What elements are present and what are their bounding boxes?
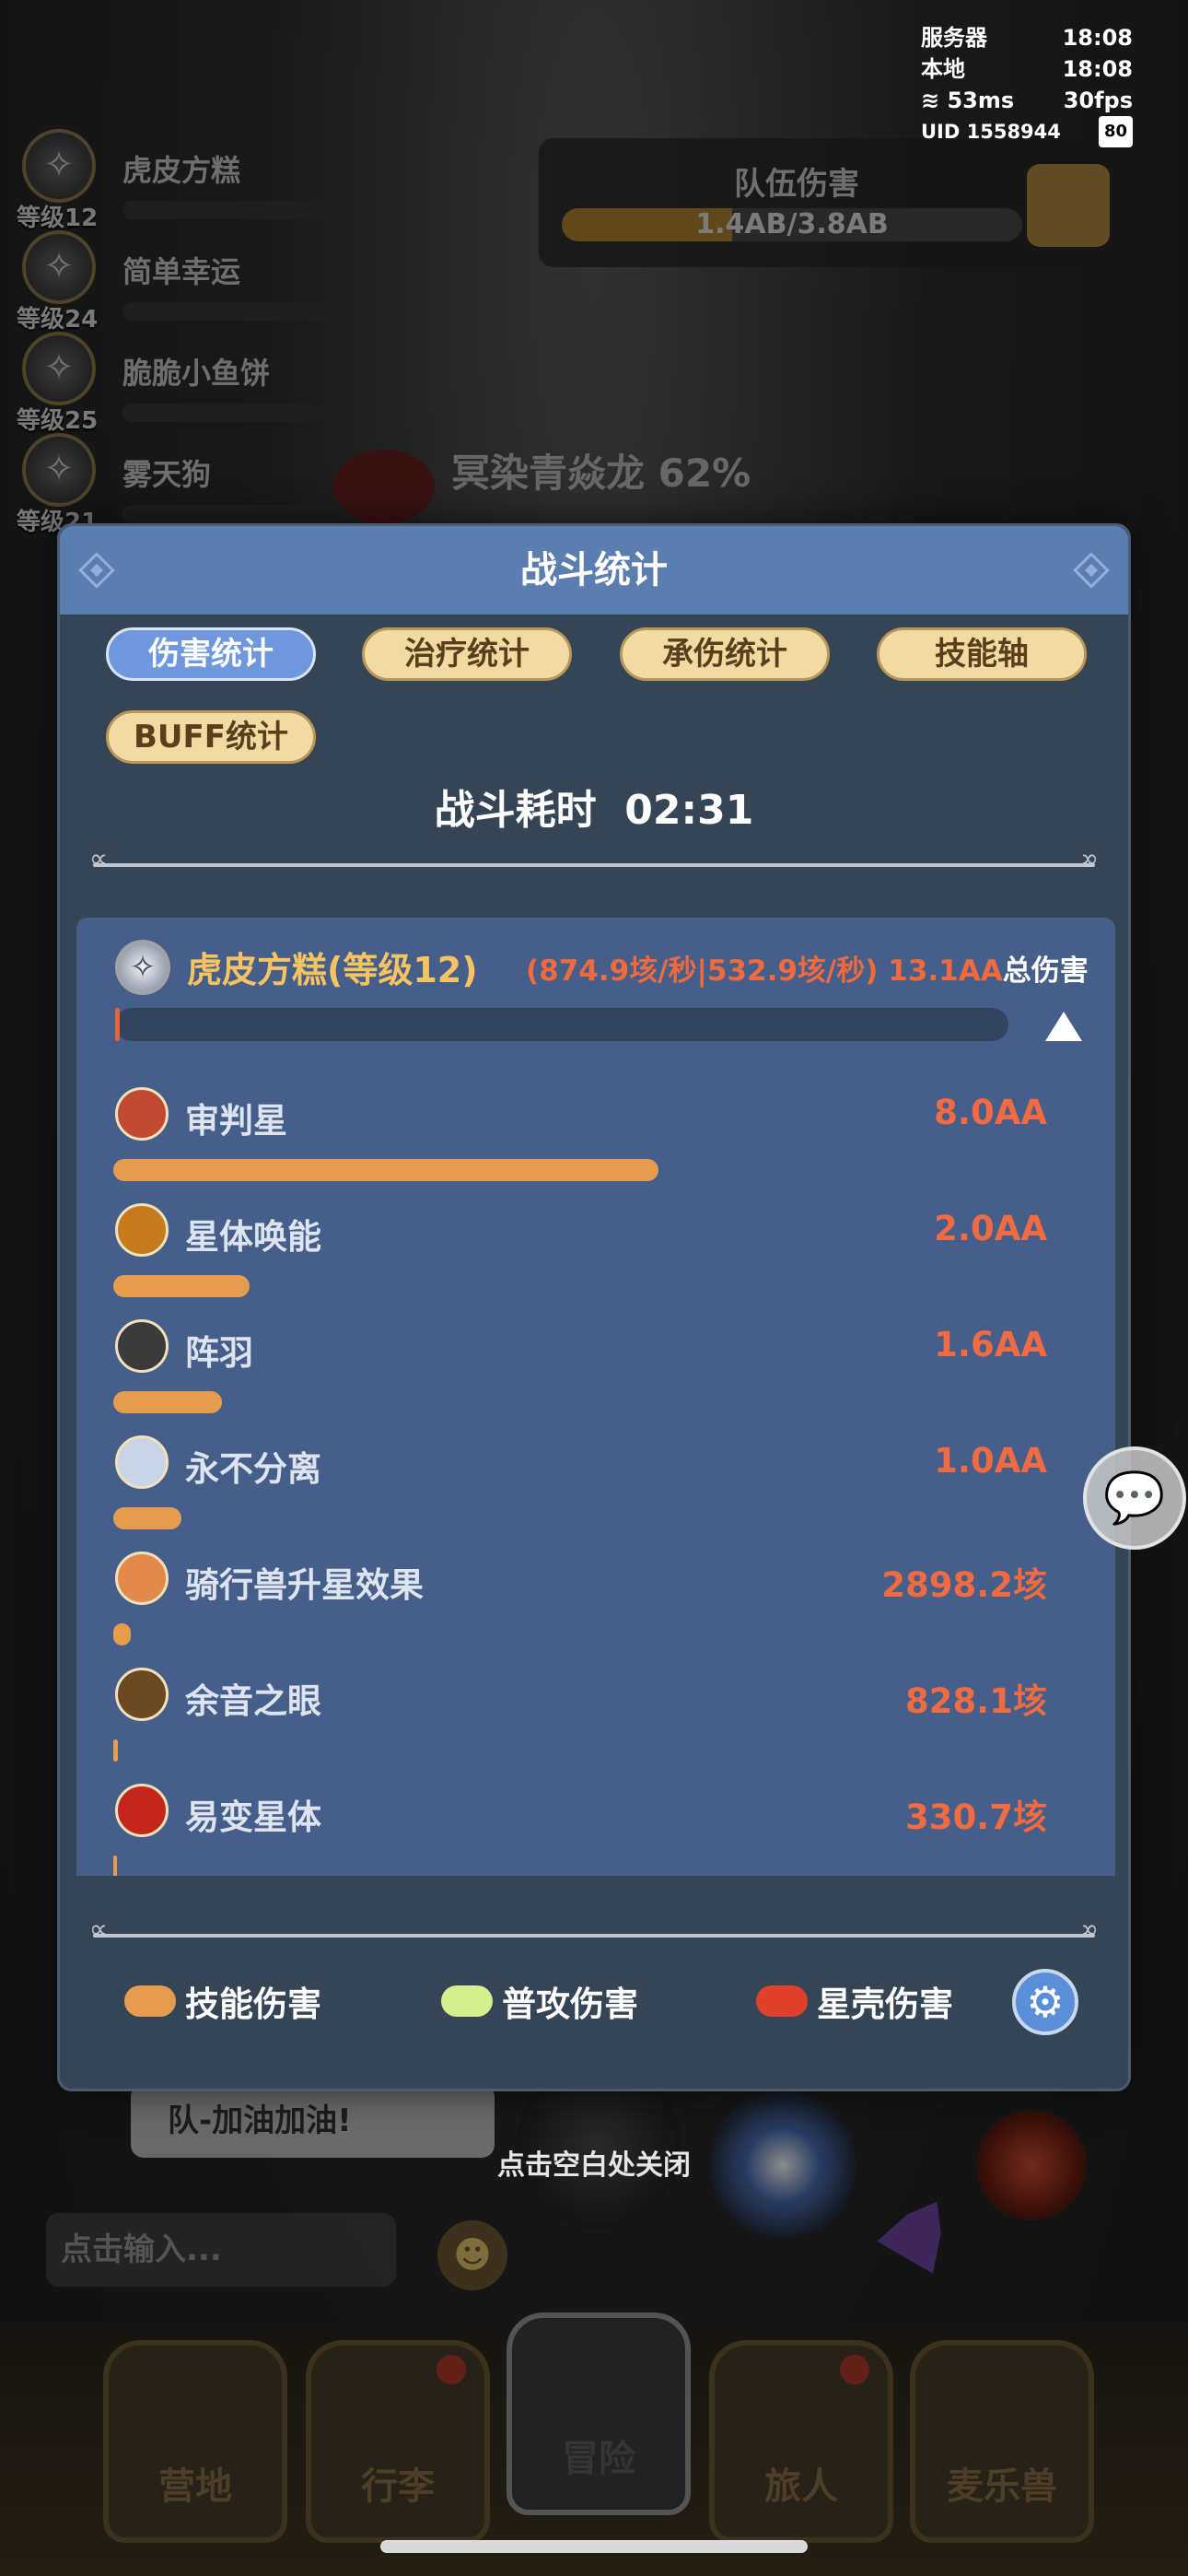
local-label: 本地 (921, 56, 965, 82)
skill-row[interactable]: 星体唤能 2.0AA (76, 1200, 1115, 1316)
skill-row[interactable]: 永不分离 1.0AA (76, 1432, 1115, 1548)
skill-damage-value: 1.6AA (934, 1325, 1047, 1364)
skill-damage-value: 828.1垓 (904, 1681, 1047, 1721)
status-hud: 服务器 18:08 本地 18:08 ≋ 53ms 30fps UID 1558944… (921, 22, 1133, 147)
fps: 30fps (1063, 88, 1133, 113)
legend-swatch (756, 1985, 808, 2017)
modal-header: 战斗统计 (60, 526, 1128, 615)
ornament-divider (89, 1914, 1095, 1944)
battle-duration: 战斗耗时 02:31 (60, 777, 1128, 836)
settings-gear-icon[interactable]: ⚙ (1012, 1969, 1078, 2035)
star-burst-icon (115, 1203, 169, 1257)
battle-stats-modal: 战斗统计 伤害统计 治疗统计 承伤统计 技能轴 BUFF统计 战斗耗时 02:3… (57, 523, 1131, 2091)
total-damage: 13.1AA (888, 954, 1003, 988)
judgment-star-icon (115, 1087, 169, 1141)
legend-skill-damage: 技能伤害 (124, 1976, 321, 2026)
skill-damage-value: 330.7垓 (904, 1797, 1047, 1837)
uid: UID 1558944 (921, 121, 1061, 143)
skill-name: 余音之眼 (185, 1681, 321, 1721)
damage-rates: (874.9垓/秒|532.9垓/秒) (526, 954, 879, 988)
skill-row[interactable]: 易变星体 330.7垓 (76, 1780, 1115, 1876)
legend-swatch (441, 1985, 493, 2017)
ping: ≋ 53ms (921, 88, 1015, 113)
skill-name: 星体唤能 (185, 1217, 321, 1257)
eye-icon (115, 1668, 169, 1721)
snowflake-icon (115, 1435, 169, 1489)
home-indicator[interactable] (380, 2540, 808, 2553)
skill-row[interactable]: 骑行兽升星效果 2898.2垓 (76, 1548, 1115, 1664)
battery-icon: 80 (1098, 116, 1133, 147)
skill-damage-bar (113, 1391, 222, 1413)
skill-damage-value: 1.0AA (934, 1441, 1047, 1481)
tab-healing-stats[interactable]: 治疗统计 (362, 627, 572, 681)
wifi-icon: ≋ (921, 88, 940, 113)
modal-title: 战斗统计 (520, 549, 668, 591)
collapse-triangle-icon[interactable] (1045, 1012, 1082, 1041)
tab-damage-taken-stats[interactable]: 承伤统计 (620, 627, 830, 681)
server-label: 服务器 (921, 25, 987, 51)
tab-skill-timeline[interactable]: 技能轴 (877, 627, 1087, 681)
legend-star-shell-damage: 星壳伤害 (756, 1976, 953, 2026)
local-time: 18:08 (1062, 56, 1133, 82)
skill-damage-bar (113, 1159, 658, 1181)
skill-name: 永不分离 (185, 1449, 321, 1489)
legend-swatch (124, 1985, 176, 2017)
skill-row[interactable]: 余音之眼 828.1垓 (76, 1664, 1115, 1780)
tab-buff-stats[interactable]: BUFF统计 (106, 710, 316, 764)
server-time: 18:08 (1062, 25, 1133, 51)
skill-damage-value: 8.0AA (934, 1093, 1047, 1132)
skill-damage-bar (113, 1275, 250, 1297)
ornament-divider (89, 843, 1095, 873)
damage-breakdown-panel[interactable]: 虎皮方糕(等级12) (874.9垓/秒|532.9垓/秒) 13.1AA总伤害… (76, 918, 1115, 1876)
player-damage-bar (115, 1008, 1008, 1041)
legend-label: 星壳伤害 (817, 1985, 953, 2024)
feather-icon (115, 1319, 169, 1373)
skill-row[interactable]: 审判星 8.0AA (76, 1083, 1115, 1200)
tab-damage-stats[interactable]: 伤害统计 (106, 627, 316, 681)
chat-button[interactable]: 💬 (1083, 1446, 1186, 1550)
legend-normal-attack-damage: 普攻伤害 (441, 1976, 638, 2026)
yin-yang-icon (115, 1784, 169, 1837)
total-damage-label: 总伤害 (1002, 954, 1089, 988)
duration-value: 02:31 (624, 787, 754, 834)
player-name: 虎皮方糕(等级12) (187, 950, 478, 990)
skill-row[interactable]: 阵羽 1.6AA (76, 1316, 1115, 1432)
legend-label: 普攻伤害 (502, 1985, 638, 2024)
player-damage-bar-fill (115, 1008, 120, 1041)
chat-bubbles-icon: 💬 (1103, 1469, 1166, 1527)
mount-icon (115, 1551, 169, 1605)
skill-damage-value: 2898.2垓 (881, 1565, 1047, 1605)
player-emblem-icon (115, 940, 170, 995)
player-damage-summary: (874.9垓/秒|532.9垓/秒) 13.1AA总伤害 (526, 947, 1089, 989)
skill-damage-bar (113, 1623, 131, 1645)
skill-name: 易变星体 (185, 1797, 321, 1837)
skill-name: 审判星 (185, 1101, 287, 1141)
legend-label: 技能伤害 (185, 1985, 321, 2024)
skill-damage-bar (113, 1739, 118, 1762)
skill-name: 骑行兽升星效果 (185, 1565, 424, 1605)
skill-damage-bar (113, 1507, 181, 1529)
skill-damage-bar (113, 1856, 117, 1876)
close-hint: 点击空白处关闭 (497, 2149, 691, 2182)
duration-label: 战斗耗时 (434, 787, 597, 834)
skill-damage-value: 2.0AA (934, 1209, 1047, 1248)
skill-name: 阵羽 (185, 1333, 253, 1373)
